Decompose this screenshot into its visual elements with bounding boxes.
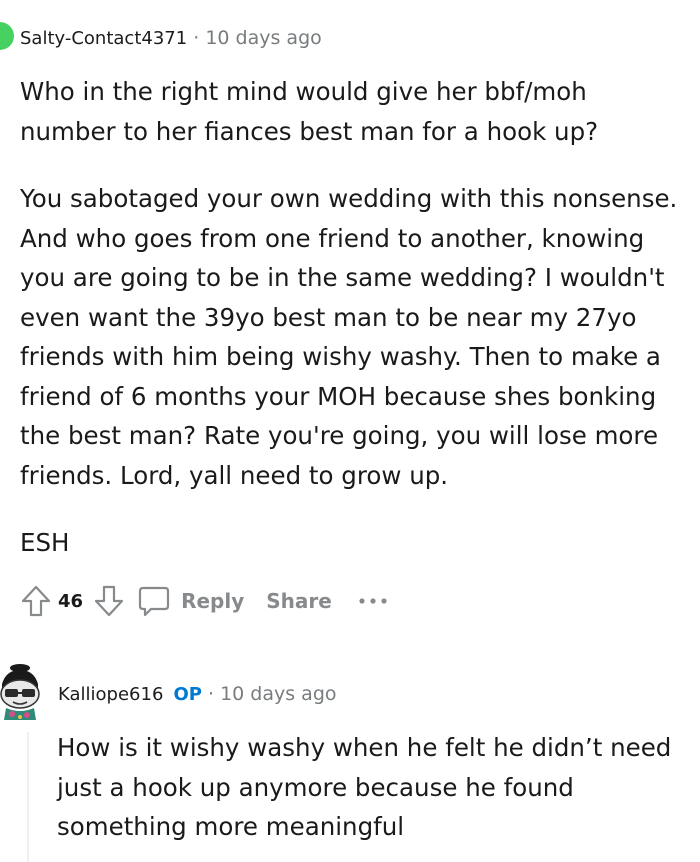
comment-username[interactable]: Salty-Contact4371 xyxy=(20,28,187,49)
ellipsis-icon xyxy=(359,598,387,604)
meta-separator: · xyxy=(193,27,200,49)
comment-body: Who in the right mind would give her bbf… xyxy=(20,72,690,591)
comment-actions: 46 Reply Share xyxy=(18,580,388,622)
reply-username[interactable]: Kalliope616 xyxy=(58,684,163,705)
more-options-button[interactable] xyxy=(358,596,388,606)
comment-paragraph: ESH xyxy=(20,528,70,557)
downvote-arrow-icon xyxy=(94,585,124,617)
comment-meta: Salty-Contact4371 · 10 days ago xyxy=(20,24,322,53)
downvote-button[interactable] xyxy=(91,580,127,622)
op-badge: OP xyxy=(173,684,202,705)
reply-body: How is it wishy washy when he felt he di… xyxy=(57,733,672,841)
upvote-button[interactable] xyxy=(18,580,54,622)
meta-separator: · xyxy=(207,683,215,705)
thread-line[interactable] xyxy=(27,732,29,862)
share-label: Share xyxy=(266,589,332,613)
reply-button[interactable]: Reply xyxy=(137,584,244,618)
reply-timestamp[interactable]: 10 days ago xyxy=(220,683,336,705)
comment-paragraph: Who in the right mind would give her bbf… xyxy=(20,77,599,146)
share-button[interactable]: Share xyxy=(266,589,332,613)
vote-score: 46 xyxy=(58,590,84,612)
reply-meta: Kalliope616 OP · 10 days ago xyxy=(58,680,337,709)
speech-bubble-icon xyxy=(138,586,170,617)
reply-label: Reply xyxy=(181,589,245,613)
upvote-arrow-icon xyxy=(21,585,51,617)
comment-paragraph: You sabotaged your own wedding with this… xyxy=(20,184,678,490)
comment-timestamp[interactable]: 10 days ago xyxy=(205,27,321,49)
reply-comment: Kalliope616 OP · 10 days ago How is it w… xyxy=(0,640,700,862)
user-avatar[interactable] xyxy=(0,22,14,50)
snoo-avatar-icon[interactable] xyxy=(0,658,44,720)
